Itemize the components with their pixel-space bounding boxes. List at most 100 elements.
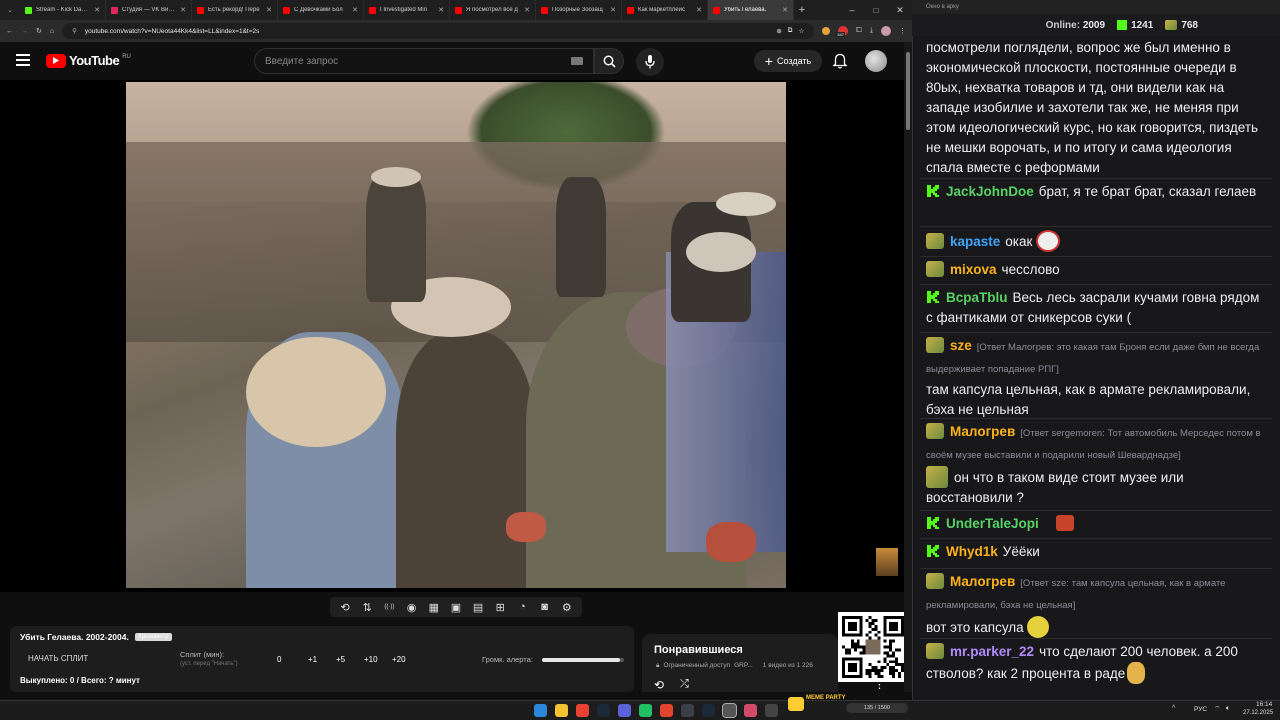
forward-icon[interactable]: → — [21, 28, 28, 35]
notifications-bell-icon[interactable] — [832, 53, 848, 69]
network-icon[interactable]: ⌔ — [1214, 705, 1221, 714]
chat-username[interactable]: sze — [950, 338, 972, 353]
settings-icon[interactable]: ⚙ — [561, 601, 573, 614]
chat-username[interactable]: mr.parker_22 — [950, 644, 1034, 659]
tab-close-icon[interactable]: ✕ — [94, 6, 100, 14]
tab-close-icon[interactable]: ✕ — [438, 6, 444, 14]
taskbar-app-icon[interactable] — [639, 704, 652, 717]
taskbar-app-icon[interactable] — [744, 704, 757, 717]
voice-search-button[interactable] — [636, 48, 664, 76]
tab-close-icon[interactable]: ✕ — [266, 6, 272, 14]
taskbar-app-icon[interactable] — [555, 704, 568, 717]
taskbar-app-icon[interactable] — [722, 703, 737, 718]
site-info-icon[interactable]: ⚲ — [72, 27, 77, 35]
channel-watermark[interactable] — [876, 548, 898, 576]
taskbar-app-icon[interactable] — [681, 704, 694, 717]
video-frame[interactable] — [126, 82, 786, 588]
tab-close-icon[interactable]: ✕ — [696, 6, 702, 14]
extension-red-icon[interactable]: 347 — [836, 26, 849, 37]
extension-icon[interactable] — [822, 27, 831, 35]
chat-username[interactable]: Малогрев — [950, 424, 1015, 439]
keyboard-icon[interactable] — [571, 57, 583, 65]
taskbar-app-icon[interactable] — [660, 704, 673, 717]
chat-username[interactable]: mixova — [950, 262, 997, 277]
profile-icon[interactable] — [881, 26, 891, 36]
playlist-panel[interactable]: Понравившиеся 🔒︎ Ограниченный доступ GRP… — [642, 634, 885, 692]
browser-tab[interactable]: Я посмотрел все д ✕ — [450, 0, 536, 20]
zoom-icon[interactable]: ⊕ — [776, 27, 781, 35]
browser-tab[interactable]: Как маркетплейс ✕ — [622, 0, 708, 20]
language-indicator[interactable]: РУС — [1194, 706, 1207, 713]
taskbar-app-icon[interactable] — [576, 704, 589, 717]
maximize-button[interactable]: □ — [864, 0, 888, 20]
chat-username[interactable]: Whyd1k — [946, 544, 998, 559]
loop-playlist-icon[interactable]: ⟲ — [654, 678, 664, 692]
minimize-button[interactable]: – — [840, 0, 864, 20]
tab-close-icon[interactable]: ✕ — [352, 6, 358, 14]
bookmark-star-icon[interactable]: ☆ — [798, 27, 804, 35]
url-field[interactable]: ⚲ youtube.com/watch?v=NUeota44Kk4&list=L… — [62, 23, 815, 39]
browser-menu-icon[interactable]: ⋮ — [899, 27, 906, 35]
tab-close-icon[interactable]: ✕ — [610, 6, 616, 14]
shuffle-icon[interactable]: ⤮ — [680, 678, 689, 691]
volume-icon[interactable]: 🔈︎ — [1226, 705, 1230, 713]
alert-volume-slider[interactable] — [542, 658, 624, 662]
increment-button[interactable]: +20 — [392, 655, 406, 664]
search-input[interactable]: Введите запрос — [254, 48, 594, 74]
cast-icon[interactable]: ⧉ — [788, 27, 793, 35]
browser-tab[interactable]: Студия — VK Видео ✕ — [106, 0, 192, 20]
start-split-button[interactable]: НАЧАТЬ СПЛИТ — [28, 654, 88, 663]
tab-close-icon[interactable]: ✕ — [180, 6, 186, 14]
broadcast-icon[interactable]: ((·)) — [383, 601, 395, 613]
tray-chevron-icon[interactable]: ^ — [1172, 705, 1175, 712]
chat-username[interactable]: Малогрев — [950, 574, 1015, 589]
sort-icon[interactable]: ⇅ — [361, 601, 373, 614]
browser-tab[interactable]: Есть рекорд! Пере ✕ — [192, 0, 278, 20]
add-clip-icon[interactable]: ⊞ — [494, 601, 506, 614]
close-window-button[interactable]: ✕ — [888, 0, 912, 20]
home-icon[interactable]: ⌂ — [50, 28, 54, 35]
taskbar-app-icon[interactable] — [765, 704, 778, 717]
picture-in-picture-icon[interactable]: ▣ — [450, 601, 462, 614]
start-menu-icon[interactable] — [534, 704, 547, 717]
new-tab-button[interactable]: + — [794, 0, 810, 20]
download-icon[interactable]: ⤓ — [870, 27, 873, 35]
increment-button[interactable]: +1 — [308, 655, 322, 664]
tab-close-icon[interactable]: ✕ — [524, 6, 530, 14]
tab-search-button[interactable]: ⌄ — [0, 0, 20, 20]
browser-tab[interactable]: Stream - Kick Dashb ✕ — [20, 0, 106, 20]
video-player[interactable] — [0, 80, 912, 592]
split-value[interactable]: 0 — [277, 655, 281, 664]
screenshot-icon[interactable]: ◙ — [539, 601, 551, 613]
taskbar-app-icon[interactable] — [702, 704, 715, 717]
increment-button[interactable]: +10 — [364, 655, 378, 664]
taskbar-app-icon[interactable] — [597, 704, 610, 717]
speed-icon[interactable]: ◔ — [516, 601, 528, 613]
tab-close-icon[interactable]: ✕ — [782, 6, 788, 14]
browser-tab[interactable]: С Девочками Бол ✕ — [278, 0, 364, 20]
taskbar-app-icon[interactable] — [618, 704, 631, 717]
chat-username[interactable]: UnderTaleJopi — [946, 516, 1039, 531]
search-button[interactable] — [594, 48, 624, 74]
clock-time[interactable]: 16:14 — [1256, 701, 1272, 708]
page-scrollbar-thumb[interactable] — [906, 52, 910, 130]
youtube-logo[interactable]: YouTube RU — [46, 53, 131, 68]
account-avatar[interactable] — [865, 50, 887, 72]
page-scrollbar[interactable] — [904, 42, 912, 692]
clock-date[interactable]: 27.12.2025 — [1243, 710, 1273, 716]
back-icon[interactable]: ← — [6, 28, 13, 35]
eye-icon[interactable]: ◉ — [406, 601, 418, 614]
loop-icon[interactable]: ⟲ — [339, 601, 351, 614]
calendar-icon[interactable]: ▦ — [428, 601, 440, 614]
increment-button[interactable]: +5 — [336, 655, 350, 664]
extensions-puzzle-icon[interactable]: ⧠ — [856, 27, 862, 35]
chat-username[interactable]: kapaste — [950, 234, 1000, 249]
chat-username[interactable]: JackJohnDoe — [946, 184, 1034, 199]
browser-tab[interactable]: I Investigated Min ✕ — [364, 0, 450, 20]
hamburger-menu-icon[interactable] — [16, 54, 30, 66]
reload-icon[interactable]: ↻ — [36, 27, 42, 35]
playlist-owner[interactable]: GRP... — [734, 662, 753, 670]
subtitles-icon[interactable]: ▤ — [472, 601, 484, 614]
chat-username[interactable]: BcpaTblu — [946, 290, 1008, 305]
create-button[interactable]: + Создать — [754, 50, 822, 72]
